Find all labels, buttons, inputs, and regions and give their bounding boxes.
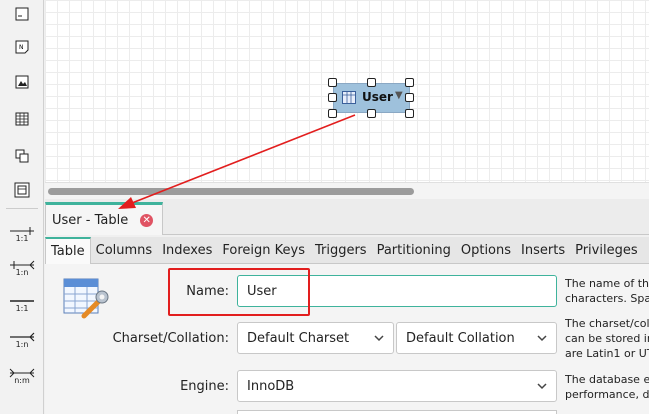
help-line: The database en	[565, 373, 649, 386]
tab-columns[interactable]: Columns	[91, 237, 158, 264]
resize-handle[interactable]	[328, 109, 337, 118]
tab-inserts[interactable]: Inserts	[516, 237, 570, 264]
resize-handle[interactable]	[328, 93, 337, 102]
text-note-icon[interactable]: N	[0, 33, 44, 61]
name-help-text: The name of the characters. Spac	[565, 276, 649, 306]
tab-triggers[interactable]: Triggers	[310, 237, 372, 264]
charset-collation-label: Charset/Collation:	[112, 331, 229, 346]
help-line: characters. Spac	[565, 292, 649, 305]
chevron-down-icon	[537, 383, 547, 390]
collation-select[interactable]: Default Collation	[396, 322, 557, 354]
help-line: The name of the	[565, 277, 649, 290]
tab-partitioning[interactable]: Partitioning	[372, 237, 456, 264]
chevron-down-icon	[537, 335, 547, 342]
relationship-label: 1:1	[15, 304, 29, 313]
chevron-down-icon[interactable]: ▼	[395, 90, 403, 101]
help-line: are Latin1 or UT	[565, 347, 649, 360]
help-line: The charset/colla	[565, 317, 649, 330]
editor-tab-bar: User - Table ✕	[45, 199, 649, 235]
relationship-1-1-identifying-tool[interactable]: 1:1	[0, 288, 44, 328]
relationship-label: 1:1	[15, 234, 29, 243]
editor-tab-label: User - Table	[52, 212, 129, 228]
relationship-1-n-identifying-tool[interactable]: 1:n	[0, 324, 44, 364]
resize-handle[interactable]	[405, 93, 414, 102]
table-editor-icon	[63, 278, 109, 319]
charset-select[interactable]: Default Charset	[237, 322, 394, 354]
help-line: can be stored in	[565, 332, 649, 345]
tab-options[interactable]: Options	[456, 237, 516, 264]
engine-select[interactable]: InnoDB	[237, 370, 557, 402]
scrollbar-thumb[interactable]	[48, 188, 414, 195]
relationship-1-n-tool[interactable]: 1:n	[0, 252, 44, 292]
tab-table[interactable]: Table	[45, 237, 91, 264]
tab-foreign-keys[interactable]: Foreign Keys	[217, 237, 310, 264]
tab-indexes[interactable]: Indexes	[157, 237, 217, 264]
charset-help-text: The charset/colla can be stored in are L…	[565, 316, 649, 361]
relationship-label: 1:n	[15, 268, 29, 277]
resize-handle[interactable]	[367, 78, 376, 87]
table-editor-tabs: Table Columns Indexes Foreign Keys Trigg…	[45, 237, 649, 264]
engine-value: InnoDB	[247, 378, 295, 394]
resize-handle[interactable]	[328, 78, 337, 87]
chevron-down-icon	[374, 335, 384, 342]
resize-handle[interactable]	[405, 109, 414, 118]
image-icon[interactable]	[0, 68, 44, 96]
relationship-n-m-tool[interactable]: n:m	[0, 360, 44, 400]
tab-privileges[interactable]: Privileges	[570, 237, 643, 264]
resize-handle[interactable]	[367, 109, 376, 118]
routine-group-icon[interactable]	[0, 176, 44, 204]
svg-text:N: N	[19, 44, 24, 51]
tool-palette: N 1:1 1:n 1:1 1:n n:m	[0, 0, 44, 414]
annotation-highlight-box	[168, 268, 310, 316]
note-layer-icon[interactable]	[0, 0, 44, 28]
view-icon[interactable]	[0, 142, 44, 170]
editor-tab-user-table[interactable]: User - Table ✕	[45, 202, 164, 235]
table-icon[interactable]	[0, 105, 44, 133]
engine-label: Engine:	[180, 379, 229, 394]
relationship-label: 1:n	[15, 340, 29, 349]
divider	[6, 208, 38, 209]
entity-name: User	[362, 90, 393, 104]
engine-help-text: The database en performance, da	[565, 372, 649, 402]
collation-value: Default Collation	[406, 330, 515, 346]
horizontal-scrollbar[interactable]	[45, 182, 649, 199]
charset-value: Default Charset	[247, 330, 350, 346]
table-properties-form: Name: User Charset/Collation: Default Ch…	[45, 264, 649, 414]
table-icon	[342, 91, 356, 104]
help-line: performance, da	[565, 388, 649, 401]
relationship-label: n:m	[14, 376, 30, 385]
next-field	[237, 410, 557, 414]
resize-handle[interactable]	[405, 78, 414, 87]
close-icon[interactable]: ✕	[140, 214, 154, 227]
